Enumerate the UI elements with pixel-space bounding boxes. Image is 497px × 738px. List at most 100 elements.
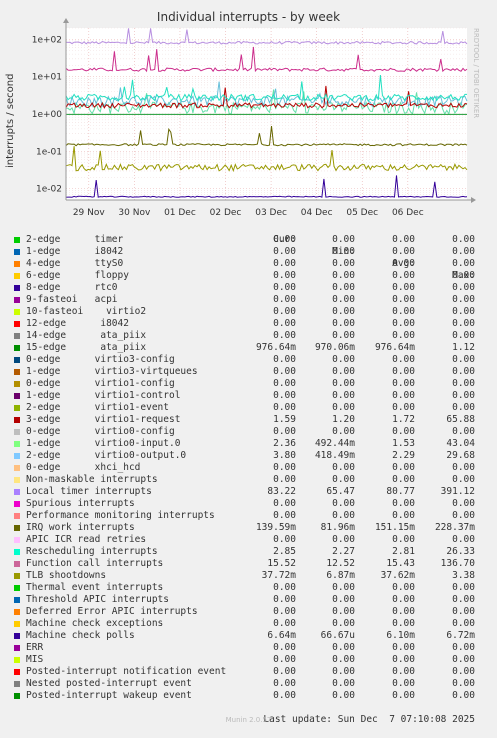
legend-max: 3.38 <box>452 570 475 581</box>
legend-row: 0-edge virtio0-config 0.00 0.00 0.00 0.00 <box>12 426 492 438</box>
legend-max: 0.00 <box>452 666 475 677</box>
y-tick-label: 1e-02 <box>36 185 62 195</box>
legend-name: Non-maskable interrupts <box>26 474 158 485</box>
legend-avg: 0.00 <box>392 282 415 293</box>
y-tick-label: 1e-01 <box>36 147 62 157</box>
legend-avg: 37.62m <box>380 570 415 581</box>
legend-swatch <box>14 513 20 519</box>
legend-cur: 0.00 <box>273 678 296 689</box>
legend-min: 0.00 <box>332 270 355 281</box>
legend-swatch <box>14 429 20 435</box>
legend-swatch <box>14 381 20 387</box>
legend-name: Nested posted-interrupt event <box>26 678 192 689</box>
legend-swatch <box>14 561 20 567</box>
legend-min: 970.06m <box>314 342 355 353</box>
legend-row: 4-edge ttyS0 0.00 0.00 0.00 0.00 <box>12 258 492 270</box>
legend-swatch <box>14 309 20 315</box>
legend-swatch <box>14 285 20 291</box>
legend-swatch <box>14 237 20 243</box>
legend-swatch <box>14 321 20 327</box>
legend-row: TLB shootdowns 37.72m 6.87m 37.62m 3.38 <box>12 570 492 582</box>
legend-cur: 0.00 <box>273 318 296 329</box>
legend-name: 8-edge rtc0 <box>26 282 118 293</box>
legend-max: 0.00 <box>452 606 475 617</box>
legend-min: 0.00 <box>332 282 355 293</box>
legend-avg: 0.00 <box>392 378 415 389</box>
legend-cur: 0.00 <box>273 402 296 413</box>
legend-max: 0.00 <box>452 378 475 389</box>
legend-row: 6-edge floppy 0.00 0.00 0.00 0.00 <box>12 270 492 282</box>
legend-min: 0.00 <box>332 330 355 341</box>
legend-cur: 0.00 <box>273 498 296 509</box>
legend-swatch <box>14 273 20 279</box>
legend-min: 0.00 <box>332 534 355 545</box>
legend-avg: 0.00 <box>392 606 415 617</box>
legend-swatch <box>14 261 20 267</box>
legend-avg: 2.29 <box>392 450 415 461</box>
legend-row: Rescheduling interrupts 2.85 2.27 2.81 26.33 <box>12 546 492 558</box>
legend-avg: 0.00 <box>392 426 415 437</box>
legend-max: 0.00 <box>452 318 475 329</box>
legend-avg: 0.00 <box>392 294 415 305</box>
legend-cur: 0.00 <box>273 354 296 365</box>
legend-row: Spurious interrupts 0.00 0.00 0.00 0.00 <box>12 498 492 510</box>
legend-name: Function call interrupts <box>26 558 164 569</box>
legend-min: 0.00 <box>332 294 355 305</box>
legend-min: 0.00 <box>332 462 355 473</box>
legend-swatch <box>14 489 20 495</box>
legend-swatch <box>14 417 20 423</box>
legend-max: 0.00 <box>452 234 475 245</box>
legend-avg: 0.00 <box>392 690 415 701</box>
x-tick-label: 01 Dec <box>164 208 196 218</box>
legend-max: 6.72m <box>446 630 475 641</box>
legend-max: 0.00 <box>452 282 475 293</box>
legend-min: 0.00 <box>332 318 355 329</box>
legend-min: 0.00 <box>332 258 355 269</box>
legend-max: 1.12 <box>452 342 475 353</box>
legend-swatch <box>14 369 20 375</box>
legend-swatch <box>14 249 20 255</box>
legend-swatch <box>14 393 20 399</box>
legend-avg: 0.00 <box>392 654 415 665</box>
legend-row: 1-edge virtio0-input.0 2.36 492.44m 1.53 43.… <box>12 438 492 450</box>
legend-name: MIS <box>26 654 44 665</box>
legend-min: 0.00 <box>332 582 355 593</box>
x-tick-label: 06 Dec <box>392 208 424 218</box>
legend-name: 2-edge virtio0-output.0 <box>26 450 187 461</box>
legend-cur: 0.00 <box>273 270 296 281</box>
legend-row: MIS 0.00 0.00 0.00 0.00 <box>12 654 492 666</box>
legend-avg: 976.64m <box>374 342 415 353</box>
legend-row: 2-edge timer 0.00 0.00 0.00 0.00 <box>12 234 492 246</box>
legend-avg: 80.77 <box>386 486 415 497</box>
legend-row: 0-edge virtio1-config 0.00 0.00 0.00 0.00 <box>12 378 492 390</box>
legend-max: 0.00 <box>452 678 475 689</box>
x-tick-label: 04 Dec <box>301 208 333 218</box>
legend-min: 0.00 <box>332 474 355 485</box>
legend-avg: 0.00 <box>392 642 415 653</box>
legend-min: 0.00 <box>332 402 355 413</box>
legend-row: 0-edge xhci_hcd 0.00 0.00 0.00 0.00 <box>12 462 492 474</box>
legend-row: 1-edge virtio3-virtqueues 0.00 0.00 0.00 0.0… <box>12 366 492 378</box>
y-tick-label: 1e+02 <box>32 35 62 45</box>
legend-cur: 83.22 <box>267 486 296 497</box>
munin-version: Munin 2.0.57 <box>225 716 272 724</box>
legend-min: 0.00 <box>332 354 355 365</box>
legend-name: APIC ICR read retries <box>26 534 147 545</box>
legend-swatch <box>14 465 20 471</box>
legend-cur: 0.00 <box>273 690 296 701</box>
legend-name: 0-edge virtio1-config <box>26 378 175 389</box>
legend-name: 2-edge virtio1-event <box>26 402 169 413</box>
legend-min: 12.52 <box>326 558 355 569</box>
legend-swatch <box>14 609 20 615</box>
legend-avg: 0.00 <box>392 666 415 677</box>
legend-cur: 0.00 <box>273 258 296 269</box>
legend-min: 492.44m <box>314 438 355 449</box>
legend-max: 0.00 <box>452 594 475 605</box>
legend-min: 1.20 <box>332 414 355 425</box>
legend-avg: 0.00 <box>392 318 415 329</box>
legend-max: 0.00 <box>452 426 475 437</box>
legend-cur: 0.00 <box>273 582 296 593</box>
legend-cur: 0.00 <box>273 618 296 629</box>
legend-cur: 6.64m <box>267 630 296 641</box>
legend-max: 0.00 <box>452 354 475 365</box>
